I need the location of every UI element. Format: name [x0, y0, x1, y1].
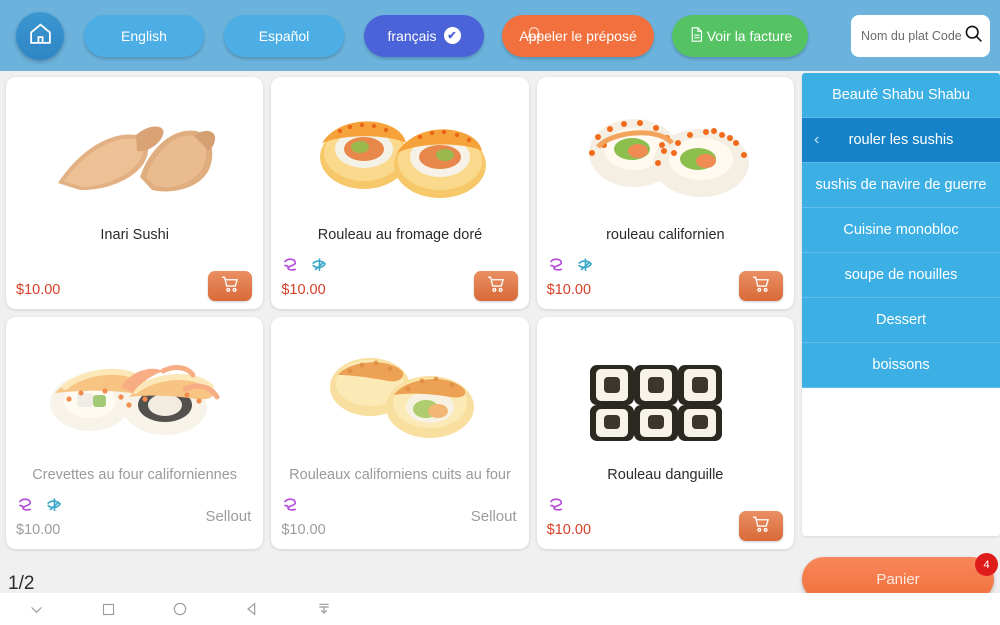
seafood-badge-icon [310, 256, 329, 275]
product-card[interactable]: Rouleau au fromage doré $10.00 [271, 77, 529, 309]
sidebar-item-rouler-les-sushis[interactable]: ‹ rouler les sushis [802, 118, 1000, 163]
language-button-francais[interactable]: français ✔ [364, 14, 484, 57]
product-card[interactable]: Rouleau danguille $10.00 [536, 317, 794, 549]
chevron-down-icon[interactable] [0, 601, 72, 618]
add-to-cart-button[interactable] [739, 271, 783, 301]
call-staff-label: Appeler le préposé [519, 27, 637, 44]
language-label: français [387, 27, 437, 44]
add-to-cart-button[interactable] [739, 511, 783, 541]
sidebar-item-boissons[interactable]: boissons [802, 343, 1000, 388]
home-icon [28, 21, 53, 51]
product-name: Rouleau au fromage doré [317, 227, 483, 243]
product-image [537, 83, 794, 223]
product-price: $10.00 [546, 282, 592, 298]
call-staff-button[interactable]: Appeler le préposé [502, 14, 654, 57]
language-button-english[interactable]: English [84, 14, 204, 57]
sidebar-item-beaute-shabu-shabu[interactable]: Beauté Shabu Shabu [802, 73, 1000, 118]
product-card[interactable]: Crevettes au four californiennes Sellout… [6, 317, 264, 549]
product-name: Rouleau danguille [607, 467, 724, 483]
circle-icon[interactable] [144, 601, 216, 617]
sold-out-label: Sellout [205, 508, 252, 525]
language-label: English [121, 27, 167, 44]
product-image [6, 83, 263, 223]
product-image [271, 323, 528, 463]
product-image [537, 323, 794, 463]
product-price: $10.00 [16, 522, 61, 538]
category-label: Dessert [876, 312, 926, 328]
spicy-badge-icon [547, 496, 566, 515]
cart-icon [219, 274, 241, 299]
product-price: $10.00 [281, 522, 326, 538]
sidebar-item-soupe-de-nouilles[interactable]: soupe de nouilles [802, 253, 1000, 298]
seafood-badge-icon [576, 256, 595, 275]
product-name: Rouleaux californiens cuits au four [289, 467, 511, 483]
product-name: Inari Sushi [100, 227, 169, 243]
page-indicator: 1/2 [8, 573, 35, 594]
view-bill-label: Voir la facture [706, 27, 793, 44]
cart-count-badge: 4 [975, 553, 998, 576]
search-box[interactable] [851, 15, 990, 57]
product-badges [281, 496, 300, 515]
spicy-badge-icon [281, 496, 300, 515]
document-icon [688, 25, 707, 47]
download-icon[interactable] [288, 601, 360, 617]
sidebar-item-cuisine-monobloc[interactable]: Cuisine monobloc [802, 208, 1000, 253]
product-price: $10.00 [16, 282, 61, 298]
search-input[interactable] [861, 29, 961, 43]
product-name: Crevettes au four californiennes [32, 467, 238, 483]
check-icon: ✔ [443, 27, 461, 44]
category-label: boissons [872, 357, 930, 373]
category-label: sushis de navire de guerre [815, 177, 987, 193]
product-card[interactable]: Inari Sushi $10.00 [6, 77, 264, 309]
triangle-back-icon[interactable] [216, 601, 288, 617]
product-badges [16, 496, 64, 515]
category-label: soupe de nouilles [844, 267, 958, 283]
square-icon[interactable] [72, 602, 144, 617]
category-sidebar: Beauté Shabu Shabu ‹ rouler les sushis s… [802, 73, 1000, 536]
add-to-cart-button[interactable] [473, 271, 518, 301]
product-card[interactable]: Rouleaux californiens cuits au four Sell… [271, 317, 529, 549]
product-image [271, 83, 528, 223]
sidebar-item-dessert[interactable]: Dessert [802, 298, 1000, 343]
product-badges [281, 256, 329, 275]
cart-icon [485, 274, 507, 299]
category-label: Beauté Shabu Shabu [832, 87, 970, 103]
cart-icon [750, 514, 772, 539]
chevron-left-icon: ‹ [814, 131, 820, 148]
product-card[interactable]: rouleau californien $10.00 [536, 77, 794, 309]
product-image [6, 323, 263, 463]
category-label: rouler les sushis [848, 132, 954, 148]
language-label: Español [258, 27, 310, 44]
product-price: $10.00 [546, 522, 592, 538]
product-badges [547, 496, 566, 515]
product-name: rouleau californien [606, 227, 725, 243]
spicy-badge-icon [16, 496, 35, 515]
pos-ordering-screen: English Español français ✔ Appeler le pr… [0, 0, 1000, 625]
spicy-badge-icon [281, 256, 300, 275]
home-button[interactable] [16, 11, 64, 60]
product-badges [547, 256, 595, 275]
language-button-espanol[interactable]: Español [224, 14, 344, 57]
product-price: $10.00 [281, 282, 326, 298]
add-to-cart-button[interactable] [208, 271, 253, 301]
product-grid: Inari Sushi $10.00 Rouleau au fromage do… [0, 71, 800, 561]
sidebar-item-sushis-de-navire-de-guerre[interactable]: sushis de navire de guerre [802, 163, 1000, 208]
system-navigation-bar [0, 593, 1000, 625]
sold-out-label: Sellout [470, 508, 517, 525]
cart-button-label: Panier [876, 570, 920, 588]
category-label: Cuisine monobloc [843, 222, 959, 238]
view-bill-button[interactable]: Voir la facture [672, 14, 808, 57]
spicy-badge-icon [547, 256, 566, 275]
top-toolbar: English Español français ✔ Appeler le pr… [0, 0, 1000, 71]
search-icon[interactable] [963, 23, 984, 49]
seafood-badge-icon [45, 496, 64, 515]
cart-icon [750, 274, 772, 299]
